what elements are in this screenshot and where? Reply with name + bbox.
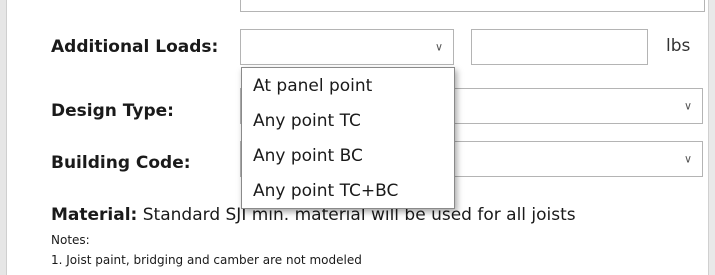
dropdown-option-any-point-tc[interactable]: Any point TC [253, 111, 361, 131]
chevron-down-icon[interactable]: ∨ [435, 41, 443, 54]
unit-label: lbs [666, 36, 691, 56]
dropdown-option-any-point-tc-bc[interactable]: Any point TC+BC [253, 181, 398, 201]
material-label: Material: [51, 205, 138, 225]
previous-field[interactable] [240, 0, 705, 12]
note-item: 1. Joist paint, bridging and camber are … [51, 253, 362, 267]
dropdown-option-any-point-bc[interactable]: Any point BC [253, 146, 363, 166]
design-type-label: Design Type: [51, 101, 174, 121]
chevron-down-icon[interactable]: ∨ [684, 100, 692, 113]
additional-loads-amount-input[interactable] [471, 29, 648, 65]
scrollbar-track[interactable] [708, 0, 715, 275]
window-frame-left [0, 0, 7, 275]
chevron-down-icon[interactable]: ∨ [684, 153, 692, 166]
additional-loads-label: Additional Loads: [51, 37, 219, 57]
additional-loads-select[interactable]: ∨ [240, 29, 454, 65]
building-code-label: Building Code: [51, 153, 191, 173]
notes-title: Notes: [51, 233, 90, 247]
additional-loads-dropdown-list: At panel point Any point TC Any point BC… [241, 67, 455, 209]
dropdown-option-at-panel-point[interactable]: At panel point [253, 76, 372, 96]
